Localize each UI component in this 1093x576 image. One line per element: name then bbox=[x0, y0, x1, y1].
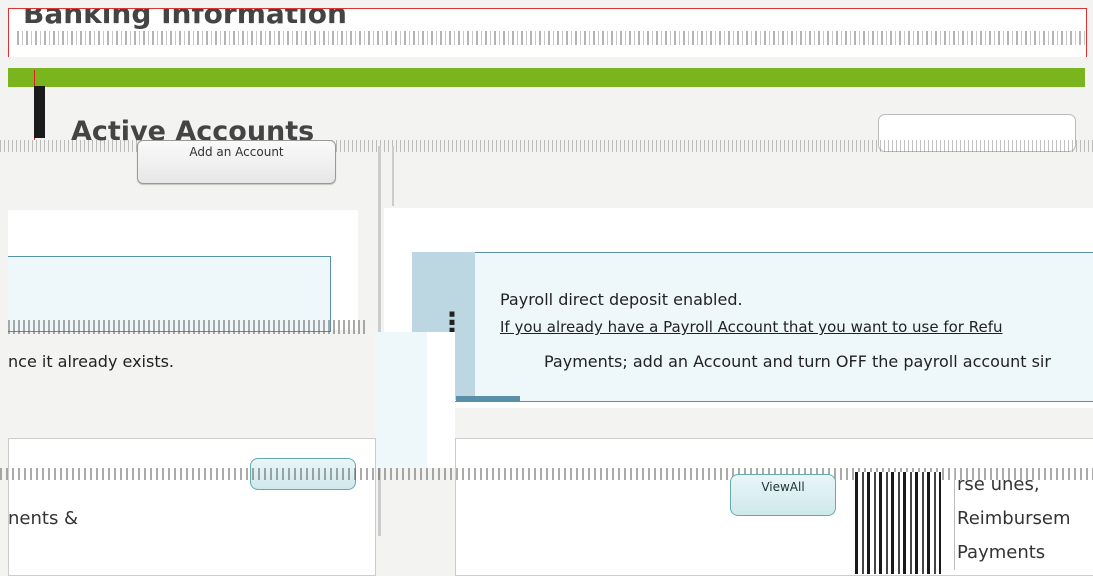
account-type-item: Payments bbox=[957, 542, 1046, 563]
right-account-types: rse unes, Reimbursem Payments bbox=[954, 468, 1071, 570]
accent-bar bbox=[8, 68, 1085, 87]
view-all-button[interactable]: ViewAll bbox=[730, 474, 836, 516]
left-info-garble bbox=[8, 320, 368, 334]
header-garble bbox=[17, 31, 1086, 45]
add-account-button[interactable]: Add an Account bbox=[137, 140, 336, 184]
column-divider-secondary bbox=[392, 146, 394, 206]
left-account-type: nents & bbox=[8, 508, 79, 529]
payroll-help-link[interactable]: If you already have a Payroll Account th… bbox=[500, 318, 1003, 336]
payroll-status-text: Payroll direct deposit enabled. bbox=[500, 290, 743, 309]
page-title: Banking Information bbox=[23, 8, 347, 30]
left-info-message: nce it already exists. bbox=[8, 352, 175, 371]
left-edge-marker bbox=[34, 86, 45, 138]
render-bars bbox=[855, 472, 941, 574]
middle-info-fragment bbox=[375, 332, 427, 468]
info-progress-bar bbox=[456, 396, 520, 401]
payroll-help-text: Payments; add an Account and turn OFF th… bbox=[544, 352, 1051, 371]
header-bar: Banking Information bbox=[8, 8, 1087, 57]
middle-white-fragment bbox=[427, 332, 455, 468]
account-type-item: rse unes, bbox=[957, 474, 1040, 495]
account-type-item: Reimbursem bbox=[957, 508, 1071, 529]
